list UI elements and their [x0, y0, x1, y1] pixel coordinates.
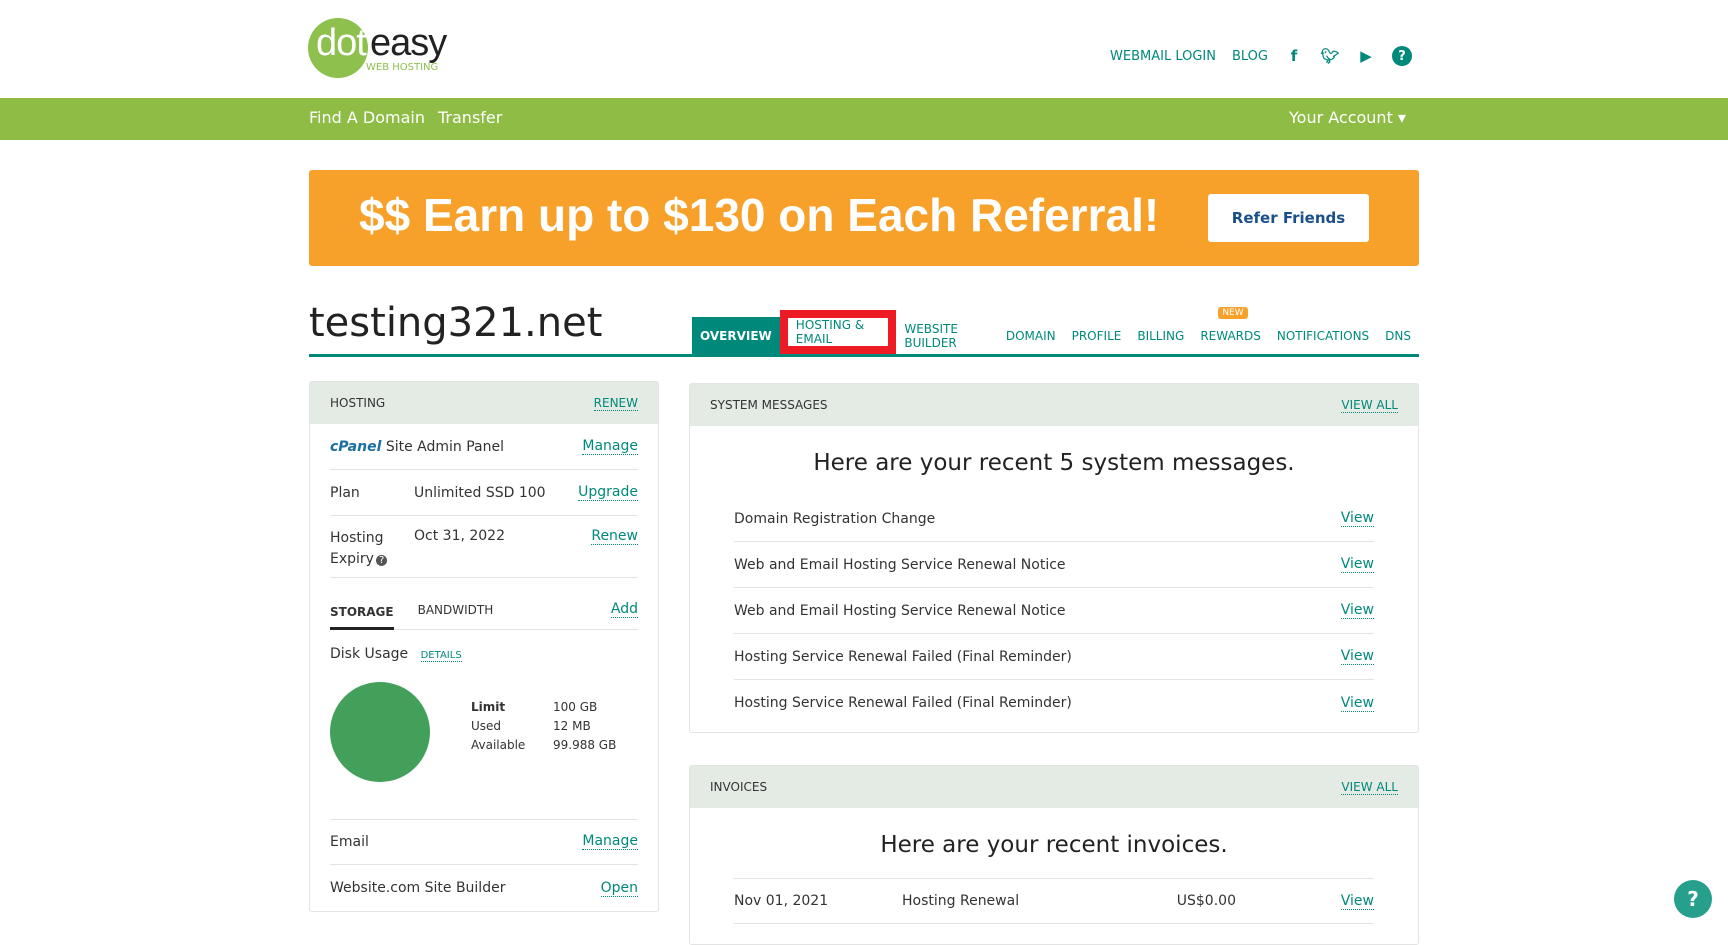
domain-header: testing321.net OVERVIEW HOSTING & EMAIL … — [309, 300, 1419, 357]
nav-your-account[interactable]: Your Account ▾ — [1289, 108, 1406, 127]
tab-dns[interactable]: DNS — [1377, 317, 1419, 354]
banner-text: $$ Earn up to $130 on Each Referral! — [359, 189, 1160, 241]
message-view-link[interactable]: View — [1340, 695, 1374, 712]
help-icon[interactable]: ? — [1392, 46, 1412, 66]
message-row: Hosting Service Renewal Failed (Final Re… — [734, 680, 1374, 726]
referral-banner: $$ Earn up to $130 on Each Referral! Ref… — [309, 170, 1419, 266]
invoice-amount: US$0.00 — [1176, 893, 1236, 909]
invoice-date: Nov 01, 2021 — [734, 893, 829, 909]
add-storage-link[interactable]: Add — [610, 601, 638, 618]
tab-overview[interactable]: OVERVIEW — [692, 317, 780, 354]
invoices-view-all[interactable]: VIEW ALL — [1341, 780, 1398, 795]
site-builder-open-link[interactable]: Open — [600, 880, 638, 897]
expiry-renew-link[interactable]: Renew — [591, 528, 638, 545]
help-chat-button[interactable]: ? — [1674, 880, 1712, 918]
expiry-value: Oct 31, 2022 — [414, 528, 505, 544]
cpanel-manage-link[interactable]: Manage — [582, 438, 638, 455]
expiry-label-2: Expiry — [330, 551, 374, 567]
tab-profile[interactable]: PROFILE — [1064, 317, 1130, 354]
top-header: dot easy WEB HOSTING WEBMAIL LOGIN BLOG … — [0, 0, 1728, 98]
facebook-icon[interactable]: f — [1284, 46, 1304, 66]
youtube-icon[interactable]: ▶ — [1356, 46, 1376, 66]
refer-friends-button[interactable]: Refer Friends — [1208, 194, 1369, 242]
message-title: Hosting Service Renewal Failed (Final Re… — [734, 648, 1072, 665]
message-title: Web and Email Hosting Service Renewal No… — [734, 556, 1066, 573]
nav-transfer[interactable]: Transfer — [438, 108, 502, 127]
site-builder-label: Website.com Site Builder — [330, 880, 506, 896]
message-row: Domain Registration Change View — [734, 496, 1374, 542]
bandwidth-tab[interactable]: BANDWIDTH — [418, 603, 611, 617]
tab-rewards[interactable]: REWARDS NEW — [1192, 307, 1269, 354]
message-title: Web and Email Hosting Service Renewal No… — [734, 602, 1066, 619]
message-view-link[interactable]: View — [1340, 602, 1374, 619]
messages-title: SYSTEM MESSAGES — [710, 398, 828, 412]
tabs: OVERVIEW HOSTING & EMAIL WEBSITE BUILDER… — [692, 307, 1419, 354]
invoices-card: INVOICES VIEW ALL Here are your recent in… — [689, 765, 1419, 945]
info-icon[interactable]: ? — [375, 555, 388, 566]
messages-view-all[interactable]: VIEW ALL — [1341, 398, 1398, 413]
hosting-title: HOSTING — [330, 396, 386, 410]
invoices-title: INVOICES — [710, 780, 768, 794]
message-view-link[interactable]: View — [1340, 510, 1374, 527]
upgrade-link[interactable]: Upgrade — [578, 484, 638, 501]
message-row: Hosting Service Renewal Failed (Final Re… — [734, 634, 1374, 680]
email-label: Email — [330, 833, 369, 850]
site-admin-label: Site Admin Panel — [385, 438, 504, 455]
tab-website-builder[interactable]: WEBSITE BUILDER — [896, 317, 997, 354]
message-row: Web and Email Hosting Service Renewal No… — [734, 542, 1374, 588]
nav-find-domain[interactable]: Find A Domain — [309, 108, 425, 127]
message-view-link[interactable]: View — [1340, 648, 1374, 665]
plan-label: Plan — [330, 484, 360, 501]
invoices-intro: Here are your recent invoices. — [880, 832, 1228, 858]
message-view-link[interactable]: View — [1340, 556, 1374, 573]
disk-usage-pie — [330, 682, 430, 782]
system-messages-card: SYSTEM MESSAGES VIEW ALL Here are your re… — [689, 383, 1419, 733]
available-value: 99.988 GB — [553, 738, 617, 752]
storage-tab[interactable]: STORAGE — [330, 595, 394, 630]
available-label: Available — [471, 738, 526, 752]
expiry-label: Hosting — [330, 530, 384, 546]
tab-rewards-label: REWARDS — [1200, 328, 1261, 343]
used-label: Used — [471, 719, 502, 733]
logo-easy: easy — [370, 22, 447, 64]
email-manage-link[interactable]: Manage — [582, 833, 638, 850]
main-nav: Find A Domain Transfer Your Account ▾ — [0, 98, 1728, 140]
used-value: 12 MB — [553, 719, 591, 733]
doteasy-logo[interactable]: dot easy WEB HOSTING — [308, 18, 448, 80]
logo-sub: WEB HOSTING — [366, 62, 439, 73]
message-title: Hosting Service Renewal Failed (Final Re… — [734, 695, 1072, 711]
disk-usage-label: Disk Usage — [330, 646, 409, 662]
tab-notifications[interactable]: NOTIFICATIONS — [1269, 317, 1377, 354]
cpanel-logo: cPanel — [330, 438, 382, 455]
new-badge: NEW — [1218, 307, 1248, 319]
blog-link[interactable]: BLOG — [1232, 49, 1268, 64]
messages-intro: Here are your recent 5 system messages. — [813, 450, 1295, 476]
limit-label: Limit — [471, 700, 506, 714]
twitter-icon[interactable]: 🐦︎ — [1320, 46, 1340, 66]
logo-dot: dot — [316, 22, 367, 64]
tab-hosting-email[interactable]: HOSTING & EMAIL — [779, 310, 897, 354]
tab-billing[interactable]: BILLING — [1129, 317, 1192, 354]
tab-domain[interactable]: DOMAIN — [998, 317, 1064, 354]
message-title: Domain Registration Change — [734, 510, 936, 527]
domain-title: testing321.net — [309, 300, 603, 346]
renew-link[interactable]: RENEW — [593, 396, 638, 411]
limit-value: 100 GB — [553, 700, 598, 714]
hosting-card: HOSTING RENEW cPanel Site Admin Panel Man… — [309, 381, 659, 912]
invoice-view-link[interactable]: View — [1340, 893, 1374, 910]
invoice-description: Hosting Renewal — [902, 893, 1020, 909]
message-row: Web and Email Hosting Service Renewal No… — [734, 588, 1374, 634]
details-link[interactable]: DETAILS — [420, 650, 462, 662]
webmail-login-link[interactable]: WEBMAIL LOGIN — [1110, 49, 1216, 64]
invoice-row: Nov 01, 2021 Hosting Renewal US$0.00 Vie… — [734, 878, 1374, 924]
plan-value: Unlimited SSD 100 — [414, 484, 546, 501]
